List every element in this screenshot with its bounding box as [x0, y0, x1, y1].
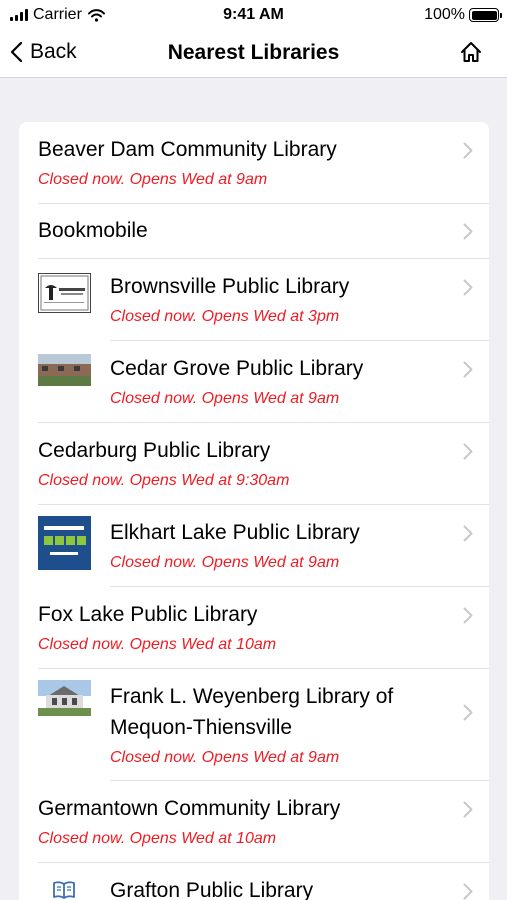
chevron-right-icon [463, 361, 473, 378]
library-row-grafton[interactable]: Grafton Public Library [19, 863, 489, 900]
library-row-germantown[interactable]: Germantown Community Library Closed now.… [19, 781, 489, 863]
library-logo-image [40, 275, 89, 311]
library-name: Brownsville Public Library [110, 275, 350, 298]
library-thumbnail [38, 680, 91, 716]
library-name: Fox Lake Public Library [38, 603, 258, 626]
chevron-right-icon [463, 443, 473, 460]
chevron-right-icon [463, 704, 473, 721]
back-label: Back [30, 40, 77, 63]
home-button[interactable] [459, 40, 483, 69]
library-row-cedar-grove[interactable]: Cedar Grove Public Library Closed now. O… [19, 341, 489, 423]
navigation-bar: Back Nearest Libraries [0, 30, 507, 78]
library-thumbnail [38, 354, 91, 386]
back-button[interactable]: Back [10, 40, 77, 64]
home-icon [461, 42, 481, 62]
library-name: Elkhart Lake Public Library [110, 521, 360, 544]
chevron-right-icon [463, 142, 473, 159]
library-status: Closed now. Opens Wed at 9am [110, 749, 340, 766]
library-status: Closed now. Opens Wed at 3pm [110, 308, 340, 325]
library-status: Closed now. Opens Wed at 9am [110, 390, 340, 407]
library-logo-image [38, 516, 91, 570]
battery-icon [469, 8, 502, 22]
chevron-right-icon [463, 279, 473, 296]
library-status: Closed now. Opens Wed at 9:30am [38, 472, 290, 489]
library-row-brownsville[interactable]: Brownsville Public Library Closed now. O… [19, 259, 489, 341]
library-building-photo [38, 354, 91, 386]
library-name: Cedarburg Public Library [38, 439, 271, 462]
chevron-right-icon [463, 525, 473, 542]
library-name: Germantown Community Library [38, 797, 341, 820]
library-name: Beaver Dam Community Library [38, 138, 337, 161]
library-thumbnail [38, 516, 91, 570]
library-row-elkhart-lake[interactable]: Elkhart Lake Public Library Closed now. … [19, 505, 489, 587]
library-status: Closed now. Opens Wed at 9am [110, 554, 340, 571]
library-status: Closed now. Opens Wed at 9am [38, 171, 268, 188]
library-row-frank-l-weyenberg[interactable]: Frank L. Weyenberg Library of Mequon-Thi… [19, 669, 489, 781]
library-name-line-2: Mequon-Thiensville [110, 716, 293, 739]
library-name: Cedar Grove Public Library [110, 357, 364, 380]
status-right: 100% [424, 6, 502, 24]
library-row-bookmobile[interactable]: Bookmobile [19, 204, 489, 259]
library-row-cedarburg[interactable]: Cedarburg Public Library Closed now. Ope… [19, 423, 489, 505]
library-name: Bookmobile [38, 219, 148, 242]
chevron-right-icon [463, 801, 473, 818]
library-thumbnail [38, 273, 91, 313]
chevron-right-icon [463, 223, 473, 240]
chevron-left-icon [10, 41, 23, 63]
book-icon [53, 881, 75, 899]
library-status: Closed now. Opens Wed at 10am [38, 636, 277, 653]
chevron-right-icon [463, 883, 473, 900]
library-row-fox-lake[interactable]: Fox Lake Public Library Closed now. Open… [19, 587, 489, 669]
library-name-line-1: Frank L. Weyenberg Library of [110, 685, 394, 708]
library-list: Beaver Dam Community Library Closed now.… [19, 122, 489, 900]
library-building-photo [38, 680, 91, 716]
library-row-beaver-dam[interactable]: Beaver Dam Community Library Closed now.… [19, 122, 489, 204]
battery-percentage: 100% [424, 6, 465, 23]
library-status: Closed now. Opens Wed at 10am [38, 830, 277, 847]
status-bar: Carrier 9:41 AM 100% [0, 0, 507, 30]
library-name: Grafton Public Library [110, 879, 314, 900]
chevron-right-icon [463, 607, 473, 624]
